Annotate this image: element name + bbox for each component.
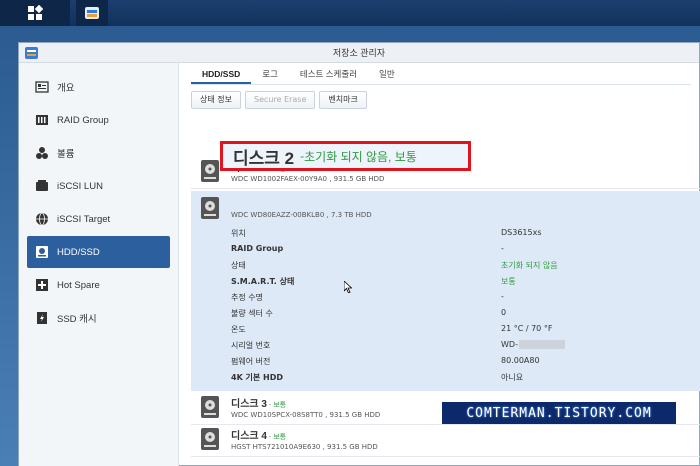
- disk-name: 디스크 3: [231, 399, 267, 410]
- sidebar-item-label: RAID Group: [57, 114, 109, 126]
- disk-row-4[interactable]: 디스크 4 - 보통 HGST HTS721010A9E630 , 931.5 …: [191, 423, 700, 457]
- disk-name: 디스크 4: [231, 431, 267, 442]
- disk-row-2-expanded[interactable]: WDC WD80EAZZ-00BKLB0 , 7.3 TB HDD 위치 DS3…: [191, 191, 700, 391]
- mouse-cursor-icon: [344, 281, 352, 293]
- taskbar-storage-manager-button[interactable]: [76, 0, 108, 26]
- storage-manager-icon: [85, 7, 99, 19]
- sidebar: 개요 RAID Group 볼륨 iSCSI LUN iSCSI Target …: [19, 63, 179, 466]
- sidebar-item-label: HDD/SSD: [57, 246, 100, 258]
- detail-value: -: [501, 292, 504, 301]
- globe-icon: [35, 212, 49, 226]
- sidebar-item-hdd-ssd[interactable]: HDD/SSD: [27, 236, 170, 268]
- detail-value: 21 °C / 70 °F: [501, 324, 553, 333]
- overview-icon: [35, 80, 49, 94]
- sidebar-item-iscsi-target[interactable]: iSCSI Target: [27, 203, 170, 235]
- tab-hdd-ssd[interactable]: HDD/SSD: [191, 63, 252, 84]
- disk-status: 보통: [273, 402, 287, 409]
- main-menu-button[interactable]: [0, 0, 70, 26]
- detail-key: 온도: [231, 325, 246, 334]
- hdd-icon: [35, 245, 49, 259]
- redacted-serial: [518, 340, 565, 349]
- tab-log[interactable]: 로그: [251, 63, 289, 84]
- detail-key: 시리얼 번호: [231, 341, 271, 350]
- taskbar: [0, 0, 700, 26]
- disk-2-status: 초기화 되지 않음, 보통: [304, 149, 417, 164]
- detail-key: 위치: [231, 229, 246, 238]
- sidebar-item-ssd-cache[interactable]: SSD 캐시: [27, 302, 170, 334]
- benchmark-button[interactable]: 벤치마크: [319, 91, 367, 109]
- hdd-icon: [201, 197, 219, 219]
- detail-value: 0: [501, 308, 507, 317]
- ssd-cache-icon: [35, 311, 49, 325]
- hot-spare-icon: [35, 278, 49, 292]
- sidebar-item-raid-group[interactable]: RAID Group: [27, 104, 170, 136]
- tab-general[interactable]: 일반: [368, 63, 406, 84]
- sidebar-item-label: SSD 캐시: [57, 314, 97, 325]
- detail-key: 펌웨어 버전: [231, 357, 271, 366]
- status-info-button[interactable]: 상태 정보: [191, 91, 241, 109]
- disk-model: WDC WD1002FAEX-00Y9A0 , 931.5 GB HDD: [231, 175, 385, 183]
- sidebar-item-overview[interactable]: 개요: [27, 71, 170, 103]
- detail-key: RAID Group: [231, 244, 284, 253]
- window-title: 저장소 관리자: [332, 48, 386, 58]
- tab-bar: HDD/SSD 로그 테스트 스케줄러 일반: [191, 63, 691, 85]
- detail-value: 초기화 되지 않음: [501, 261, 558, 270]
- sidebar-item-label: iSCSI LUN: [57, 180, 103, 192]
- toolbar: 상태 정보 Secure Erase 벤치마크: [191, 91, 367, 111]
- storage-manager-icon: [25, 47, 38, 59]
- disk-status: 보통: [273, 434, 287, 441]
- detail-value: 80.00A80: [501, 356, 540, 365]
- disk-2-title: 디스크 2: [233, 148, 295, 168]
- sidebar-item-label: Hot Spare: [57, 279, 100, 291]
- detail-value: 보통: [501, 277, 516, 286]
- detail-value-serial: WD-: [501, 340, 565, 349]
- hdd-icon: [201, 428, 219, 450]
- tab-test-scheduler[interactable]: 테스트 스케줄러: [289, 63, 368, 84]
- detail-key: 4K 기본 HDD: [231, 373, 284, 382]
- disk-model: HGST HTS721010A9E630 , 931.5 GB HDD: [231, 443, 378, 451]
- sidebar-item-hot-spare[interactable]: Hot Spare: [27, 269, 170, 301]
- watermark: COMTERMAN.TISTORY.COM: [442, 402, 676, 424]
- detail-value: 아니요: [501, 373, 524, 382]
- hdd-icon: [201, 160, 219, 182]
- detail-key: 불량 섹터 수: [231, 309, 273, 318]
- detail-value: DS3615xs: [501, 228, 542, 237]
- sidebar-item-iscsi-lun[interactable]: iSCSI LUN: [27, 170, 170, 202]
- detail-key: 상태: [231, 261, 246, 270]
- secure-erase-button[interactable]: Secure Erase: [244, 91, 316, 109]
- volume-icon: [35, 146, 49, 160]
- detail-value: -: [501, 244, 504, 253]
- disk-model: WDC WD10SPCX-08S8TT0 , 931.5 GB HDD: [231, 411, 381, 419]
- disk-2-highlight-box: 디스크 2 - 초기화 되지 않음, 보통: [220, 141, 471, 171]
- disk-model: WDC WD80EAZZ-00BKLB0 , 7.3 TB HDD: [231, 211, 372, 219]
- window-titlebar[interactable]: 저장소 관리자: [19, 43, 699, 63]
- grid-icon: [28, 5, 43, 20]
- sidebar-item-label: 볼륨: [57, 149, 75, 160]
- raid-icon: [35, 113, 49, 127]
- sidebar-item-label: iSCSI Target: [57, 213, 111, 225]
- hdd-icon: [201, 396, 219, 418]
- sidebar-item-volume[interactable]: 볼륨: [27, 137, 170, 169]
- detail-key: S.M.A.R.T. 상태: [231, 277, 295, 286]
- sidebar-item-label: 개요: [57, 83, 75, 94]
- detail-key: 추정 수명: [231, 293, 263, 302]
- lun-icon: [35, 179, 49, 193]
